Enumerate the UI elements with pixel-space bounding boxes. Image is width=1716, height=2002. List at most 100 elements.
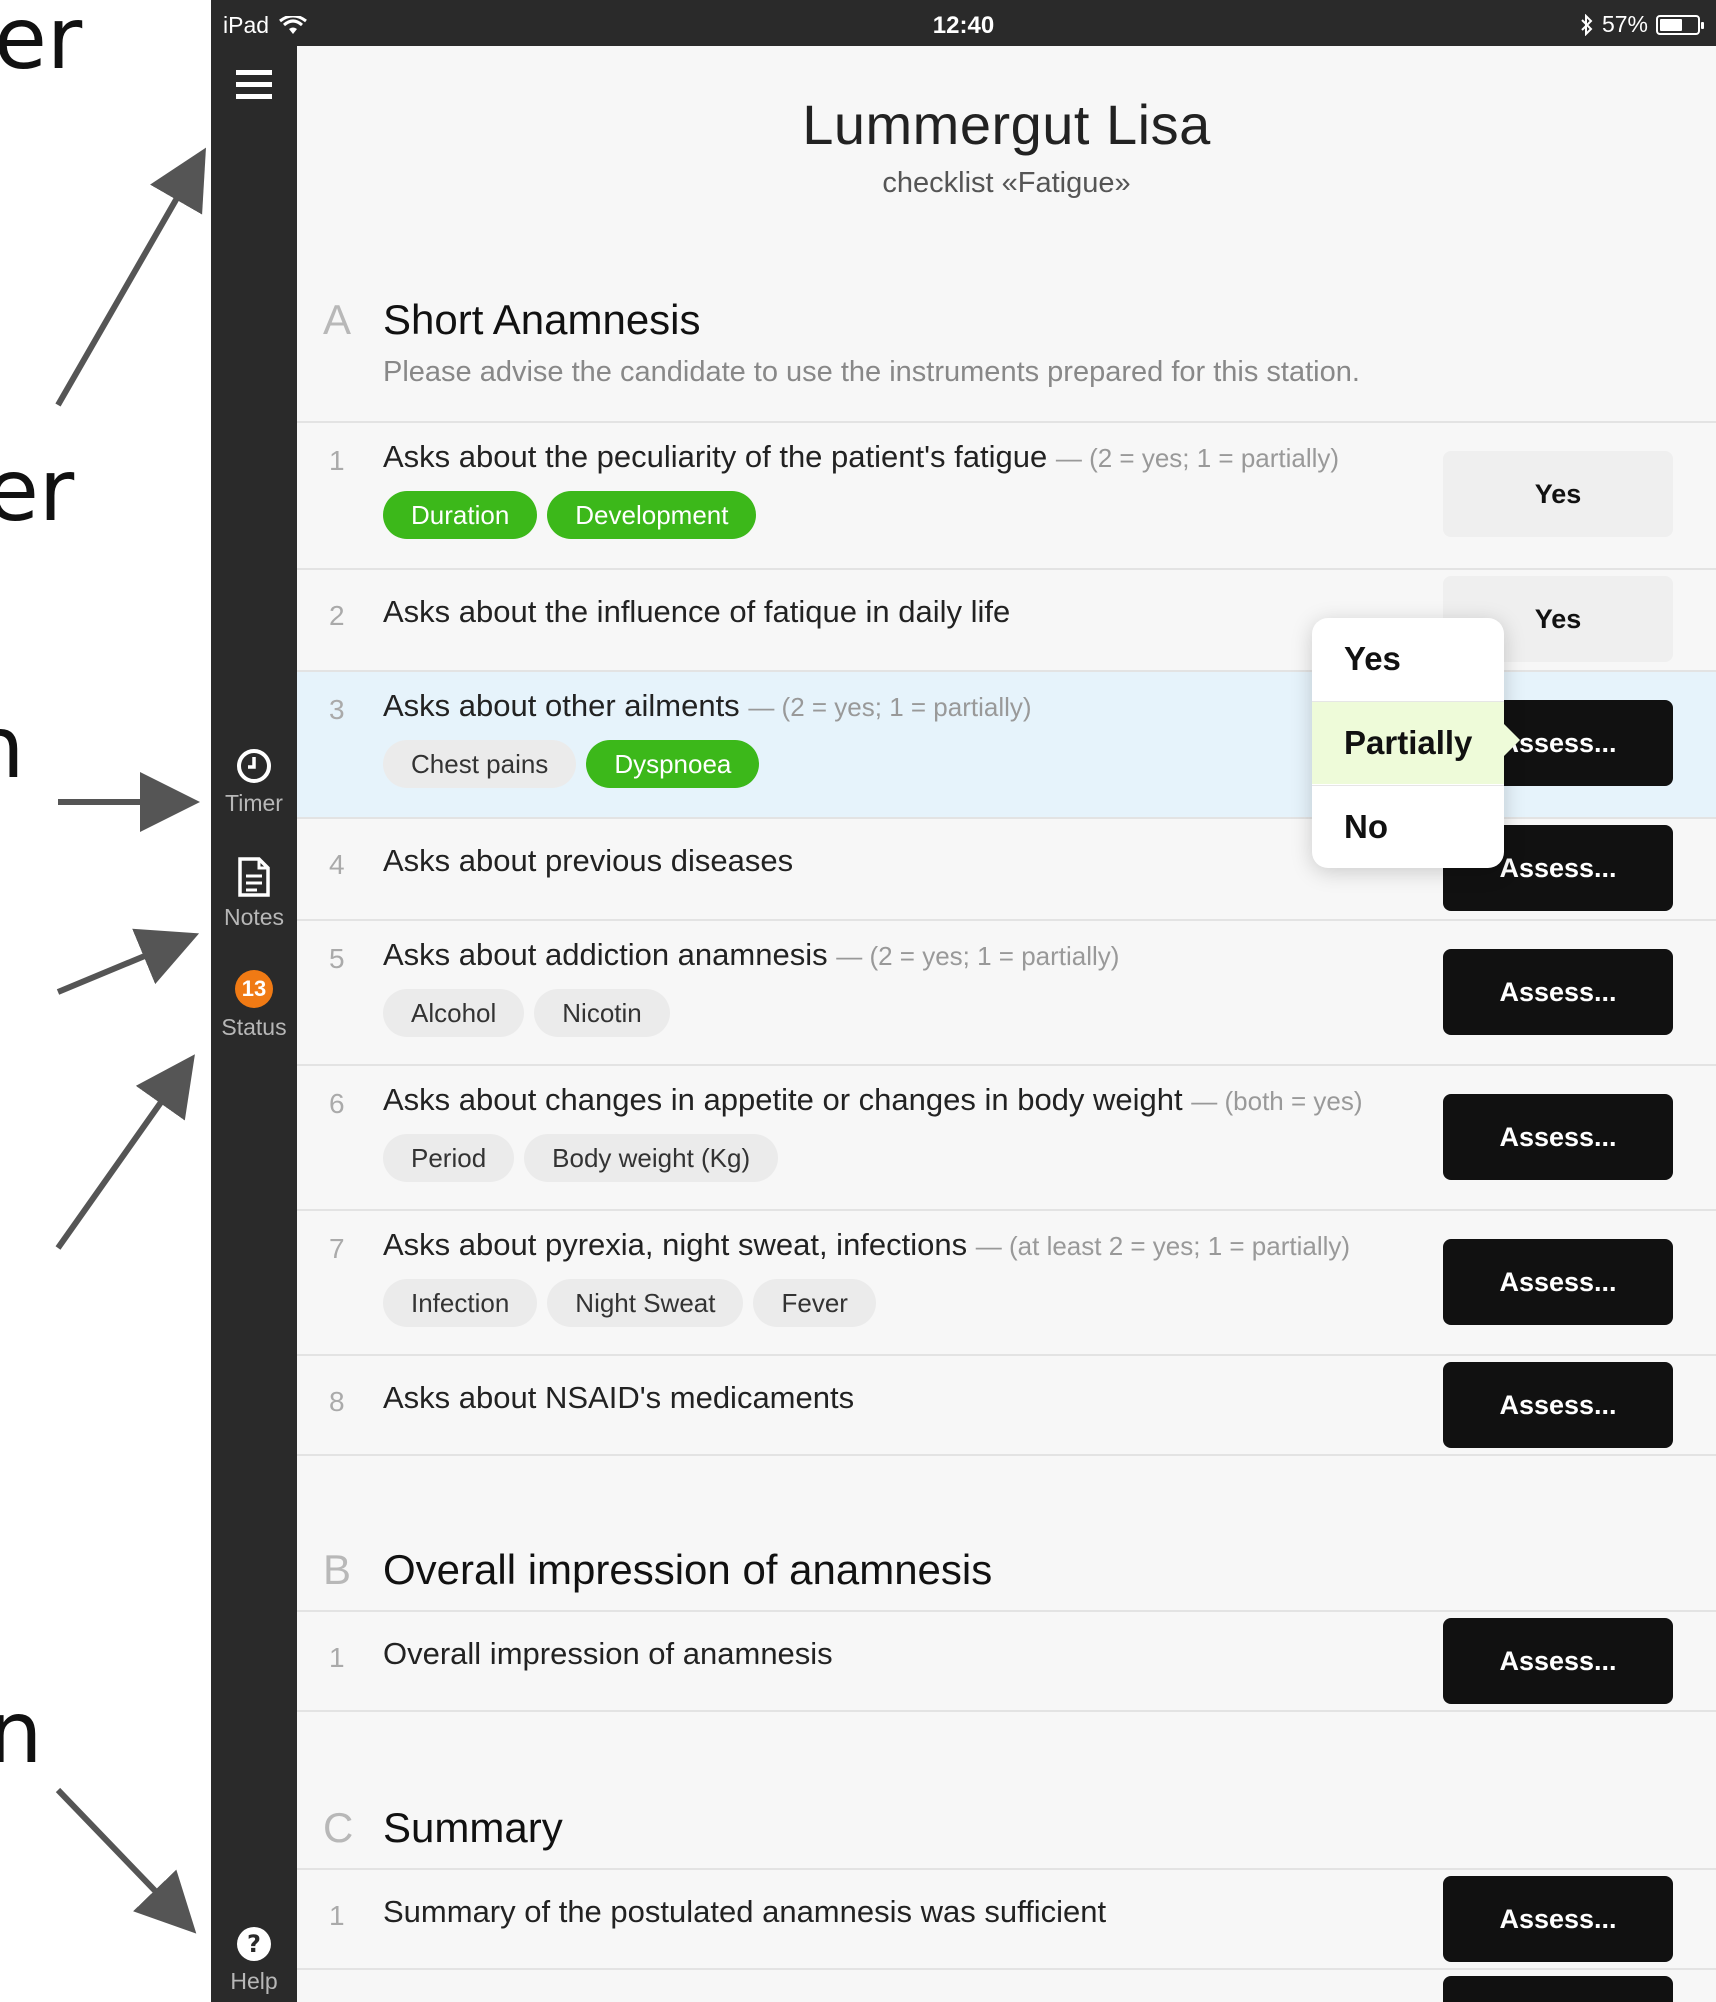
chip-night-sweat[interactable]: Night Sweat	[547, 1279, 744, 1327]
sidebar-item-label: Help	[230, 1968, 278, 1994]
annotation-arrows	[55, 147, 206, 1934]
item-text: Asks about other ailments — (2 = yes; 1 …	[383, 688, 1032, 724]
section-letter: B	[323, 1546, 352, 1593]
scoring-hint: — (2 = yes; 1 = partially)	[836, 941, 1120, 971]
arrow-to-help	[55, 1787, 197, 1934]
section-letter: A	[323, 296, 352, 343]
checklist-row: 1 Summary of the postulated anamnesis wa…	[297, 1868, 1716, 1970]
candidate-name: Lummergut Lisa	[802, 93, 1211, 156]
item-number: 4	[329, 849, 345, 880]
popover-arrow	[1504, 724, 1520, 756]
page-header: Lummergut Lisa checklist «Fatigue»	[297, 46, 1716, 200]
scoring-hint: — (2 = yes; 1 = partially)	[1055, 443, 1340, 473]
assess-button[interactable]: Assess...	[1443, 1876, 1673, 1962]
chip-group: Infection Night Sweat Fever	[383, 1279, 876, 1327]
item-label: Summary of the postulated anamnesis was …	[383, 1894, 1107, 1929]
sidebar-item-label: Timer	[225, 790, 283, 816]
item-label: Asks about addiction anamnesis	[383, 937, 828, 972]
arrow-to-notes	[56, 928, 200, 995]
assess-button[interactable]: Assess...	[1443, 1094, 1673, 1180]
assess-button[interactable]: Yes	[1443, 451, 1673, 537]
clock-icon	[237, 749, 271, 783]
menu-button[interactable]	[211, 70, 297, 106]
item-label: Asks about the influence of fatique in d…	[383, 594, 1011, 629]
chip-chest-pains[interactable]: Chest pains	[383, 740, 577, 788]
item-text: Asks about NSAID's medicaments	[383, 1380, 854, 1416]
item-number: 1	[329, 1900, 345, 1931]
item-number: 3	[329, 694, 345, 725]
section-title: Short Anamnesis	[383, 296, 701, 343]
item-number: 5	[329, 943, 345, 974]
chip-group: Alcohol Nicotin	[383, 989, 670, 1037]
chip-development[interactable]: Development	[547, 491, 757, 539]
section-letter: C	[323, 1804, 354, 1851]
chip-group: Period Body weight (Kg)	[383, 1134, 779, 1182]
item-number: 1	[329, 1642, 345, 1673]
assess-button-partial[interactable]	[1443, 1976, 1673, 2002]
chip-alcohol[interactable]: Alcohol	[383, 989, 525, 1037]
item-text: Asks about changes in appetite or change…	[383, 1082, 1363, 1118]
sidebar-item-status[interactable]: 13 Status	[211, 970, 297, 1041]
ipad-screen: iPad 12:40 57% Timer Notes 13 Status ? H…	[211, 0, 1716, 2002]
assess-button[interactable]: Assess...	[1443, 1618, 1673, 1704]
section-title: Summary	[383, 1804, 563, 1851]
item-text: Asks about previous diseases	[383, 843, 793, 879]
checklist-subtitle: checklist «Fatigue»	[882, 167, 1131, 199]
status-bar: iPad 12:40 57%	[211, 0, 1716, 46]
svg-text:?: ?	[247, 1930, 261, 1958]
status-count-badge: 13	[235, 970, 273, 1008]
assess-button[interactable]: Assess...	[1443, 949, 1673, 1035]
item-number: 7	[329, 1233, 345, 1264]
bluetooth-icon	[1581, 13, 1593, 36]
item-text: Asks about the influence of fatique in d…	[383, 594, 1010, 630]
checklist-row: 1 Asks about the peculiarity of the pati…	[297, 421, 1716, 568]
option-no[interactable]: No	[1312, 786, 1504, 868]
checklist-row: 7 Asks about pyrexia, night sweat, infec…	[297, 1209, 1716, 1354]
battery-icon	[1656, 14, 1704, 35]
option-partially[interactable]: Partially	[1312, 702, 1504, 784]
document-icon	[238, 857, 270, 897]
scoring-hint: — (at least 2 = yes; 1 = partially)	[975, 1231, 1351, 1261]
option-yes[interactable]: Yes	[1312, 618, 1504, 700]
chip-body-weight[interactable]: Body weight (Kg)	[524, 1134, 779, 1182]
item-label: Asks about changes in appetite or change…	[383, 1082, 1183, 1117]
assessment-popover: Yes Partially No	[1312, 618, 1520, 868]
chip-duration[interactable]: Duration	[383, 491, 538, 539]
section-description: Please advise the candidate to use the i…	[383, 356, 1360, 388]
item-number: 2	[329, 600, 345, 631]
checklist-row: 5 Asks about addiction anamnesis — (2 = …	[297, 919, 1716, 1064]
item-text: Summary of the postulated anamnesis was …	[383, 1894, 1106, 1930]
battery-percent: 57%	[1601, 11, 1648, 37]
scoring-hint: — (2 = yes; 1 = partially)	[748, 692, 1032, 722]
item-number: 1	[329, 445, 345, 476]
section-title: Overall impression of anamnesis	[383, 1546, 993, 1593]
arrow-to-menu	[55, 147, 206, 407]
chip-infection[interactable]: Infection	[383, 1279, 538, 1327]
item-label: Asks about NSAID's medicaments	[383, 1380, 855, 1415]
item-label: Asks about the peculiarity of the patien…	[383, 439, 1048, 474]
scoring-hint: — (both = yes)	[1191, 1086, 1363, 1116]
item-text: Asks about addiction anamnesis — (2 = ye…	[383, 937, 1119, 973]
chip-dyspnoea[interactable]: Dyspnoea	[586, 740, 760, 788]
assess-button[interactable]: Assess...	[1443, 1239, 1673, 1325]
sidebar-item-label: Status	[221, 1014, 287, 1040]
help-icon: ?	[237, 1927, 271, 1961]
item-label: Asks about previous diseases	[383, 843, 794, 878]
sidebar: Timer Notes 13 Status ? Help	[211, 46, 297, 2002]
checklist-row: 8 Asks about NSAID's medicaments Assess.…	[297, 1354, 1716, 1456]
hamburger-menu-icon	[236, 70, 272, 99]
chip-period[interactable]: Period	[383, 1134, 515, 1182]
item-text: Overall impression of anamnesis	[383, 1636, 833, 1672]
sidebar-item-notes[interactable]: Notes	[211, 856, 297, 931]
checklist-content: Lummergut Lisa checklist «Fatigue» A Sho…	[297, 46, 1716, 2002]
item-text: Asks about pyrexia, night sweat, infecti…	[383, 1227, 1350, 1263]
clock: 12:40	[932, 12, 995, 39]
sidebar-item-help[interactable]: ? Help	[211, 1926, 297, 1995]
item-label: Overall impression of anamnesis	[383, 1636, 833, 1671]
chip-fever[interactable]: Fever	[753, 1279, 876, 1327]
chip-group: Chest pains Dyspnoea	[383, 740, 760, 788]
chip-nicotin[interactable]: Nicotin	[534, 989, 670, 1037]
chip-group: Duration Development	[383, 491, 757, 539]
assess-button[interactable]: Assess...	[1443, 1362, 1673, 1448]
sidebar-item-timer[interactable]: Timer	[211, 748, 297, 817]
